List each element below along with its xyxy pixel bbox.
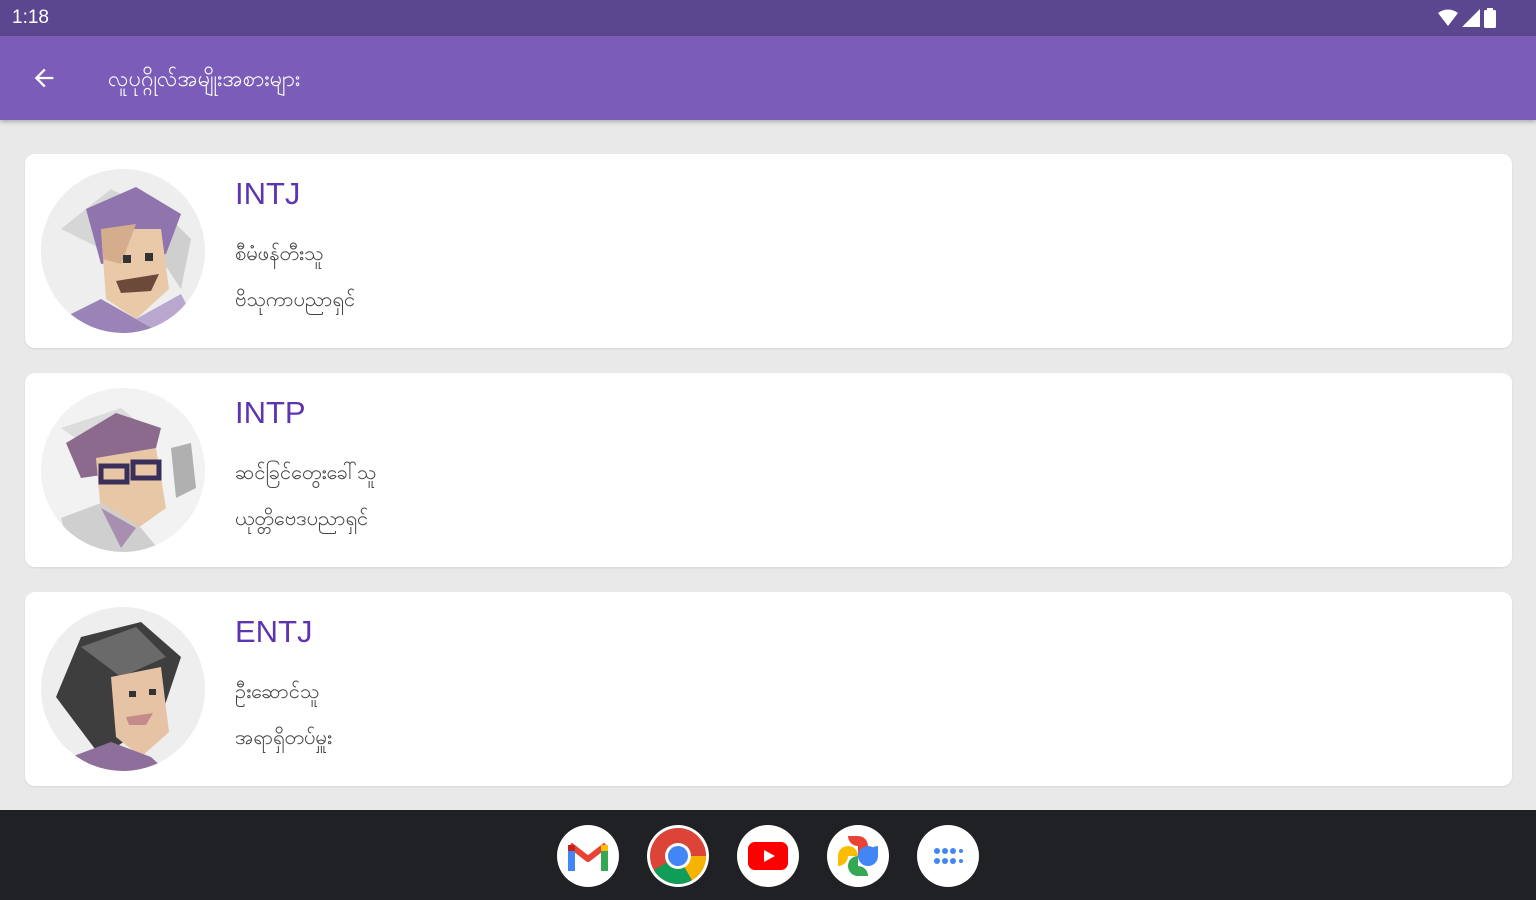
app-drawer-icon xyxy=(934,848,963,864)
type-code: INTP xyxy=(235,395,306,430)
gmail-icon xyxy=(568,842,608,871)
status-bar: 1:18 xyxy=(0,0,1536,36)
gmail-app[interactable] xyxy=(557,825,619,887)
youtube-icon xyxy=(748,842,788,870)
chrome-app[interactable] xyxy=(647,825,709,887)
status-icons xyxy=(1438,8,1496,28)
personality-type-list: INTJ စီမံဖန်တီးသူ ဗိသုကာပညာရှင် INTP ဆင်… xyxy=(25,154,1512,811)
entj-avatar xyxy=(41,607,205,771)
type-nickname: ဆင်ခြင်တွေးခေါ်သူ xyxy=(235,460,377,484)
type-role: အရာရှိတပ်မှူး xyxy=(235,725,332,749)
youtube-app[interactable] xyxy=(737,825,799,887)
type-nickname: စီမံဖန်တီးသူ xyxy=(235,241,324,265)
page-title: လူပုဂ္ဂိုလ်အမျိုးအစားများ xyxy=(108,67,301,92)
type-card-intj[interactable]: INTJ စီမံဖန်တီးသူ ဗိသုကာပညာရှင် xyxy=(25,154,1512,348)
signal-icon xyxy=(1462,9,1480,27)
type-card-intp[interactable]: INTP ဆင်ခြင်တွေးခေါ်သူ ယုတ္တိဗေဒပညာရှင် xyxy=(25,373,1512,567)
taskbar xyxy=(0,810,1536,900)
battery-icon xyxy=(1484,8,1496,28)
wifi-icon xyxy=(1438,9,1458,26)
app-dock xyxy=(557,825,979,887)
type-role: ဗိသုကာပညာရှင် xyxy=(235,287,356,311)
type-role: ယုတ္တိဗေဒပညာရှင် xyxy=(235,506,369,530)
type-card-entj[interactable]: ENTJ ဦးဆောင်သူ အရာရှိတပ်မှူး xyxy=(25,592,1512,786)
type-nickname: ဦးဆောင်သူ xyxy=(235,679,320,703)
app-drawer-button[interactable] xyxy=(917,825,979,887)
intp-avatar xyxy=(41,388,205,552)
type-code: INTJ xyxy=(235,176,301,211)
intj-avatar xyxy=(41,169,205,333)
back-button[interactable] xyxy=(22,56,66,100)
status-time: 1:18 xyxy=(12,7,49,28)
app-bar: လူပုဂ္ဂိုလ်အမျိုးအစားများ xyxy=(0,36,1536,120)
photos-icon xyxy=(838,836,878,876)
type-code: ENTJ xyxy=(235,614,313,649)
photos-app[interactable] xyxy=(827,825,889,887)
arrow-back-icon xyxy=(34,68,54,88)
chrome-icon xyxy=(650,828,706,884)
